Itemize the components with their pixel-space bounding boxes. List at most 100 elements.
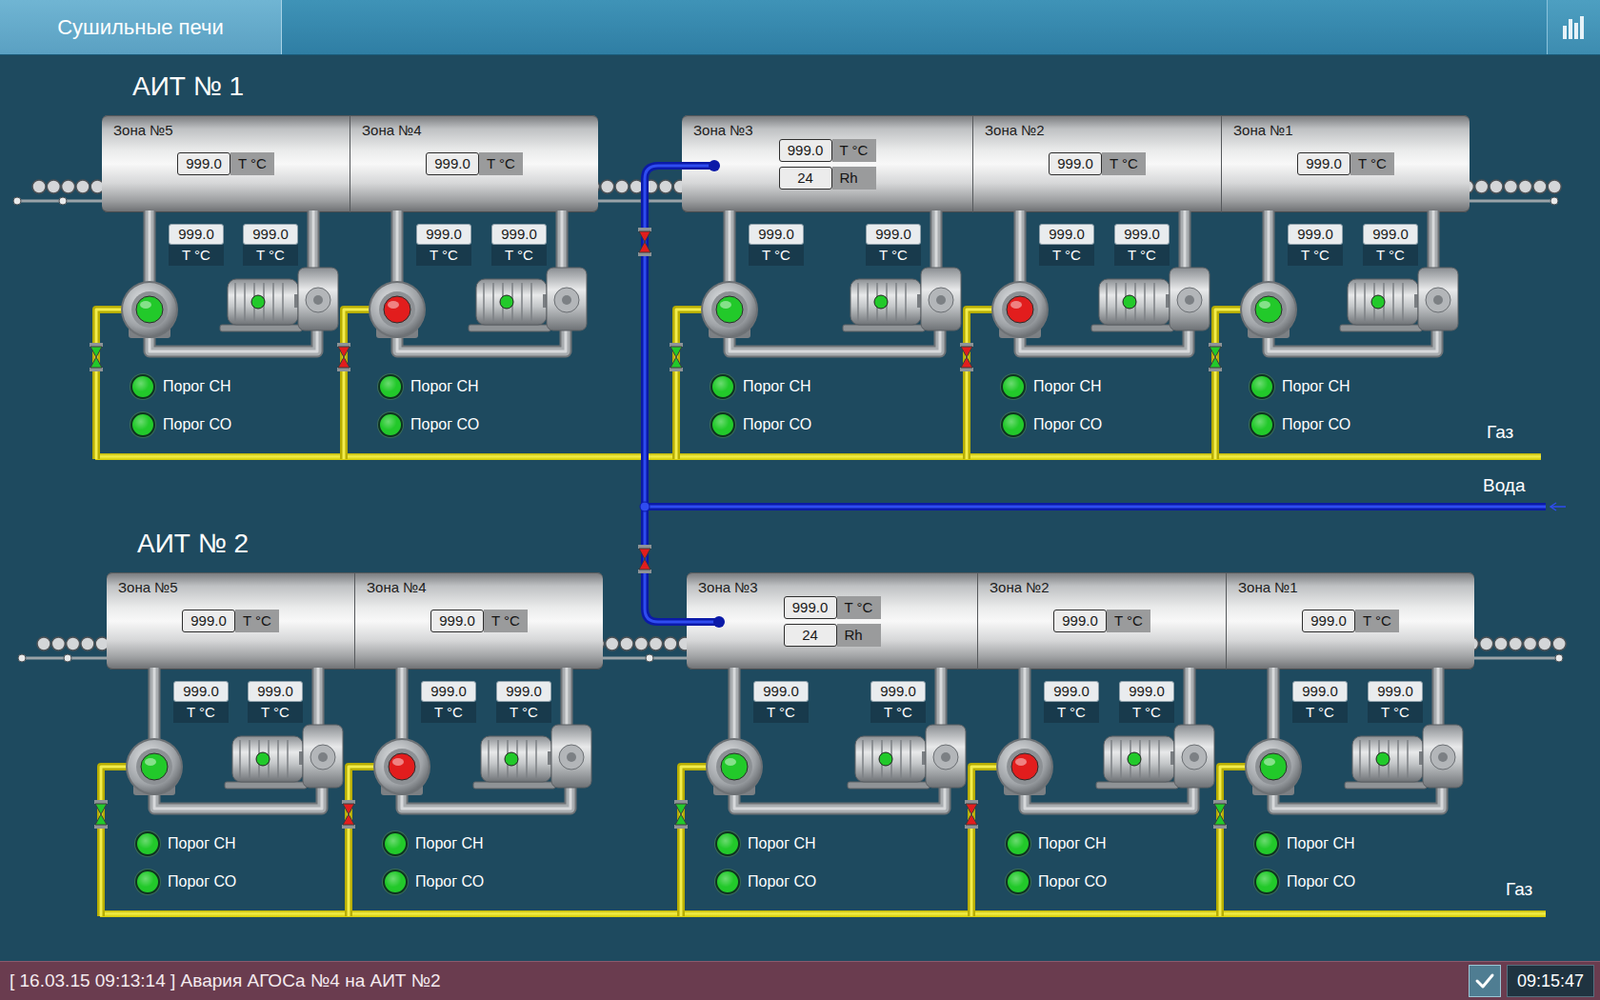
reading-value: 24 xyxy=(779,166,833,190)
threshold: Порог СН xyxy=(1000,374,1102,400)
sensor-unit: T °C xyxy=(870,701,926,723)
reading-unit: Rh xyxy=(832,166,877,190)
gas-branch-pipe xyxy=(348,766,378,917)
zone: Зона №5999.0T °C999.0T °C999.0T °CПорог … xyxy=(101,115,350,462)
threshold-label: Порог СН xyxy=(1281,377,1351,397)
clock: 09:15:47 xyxy=(1506,964,1595,998)
oven-segment: Зона №2999.0T °C xyxy=(972,115,1221,213)
threshold-label: Порог СО xyxy=(415,872,484,892)
threshold: Порог СН xyxy=(710,374,812,400)
tab[interactable]: Сушильные печи xyxy=(0,0,282,55)
gas-valve[interactable] xyxy=(89,342,103,372)
gas-valve[interactable] xyxy=(94,800,108,829)
sensor-value: 999.0 xyxy=(865,223,921,245)
temperature-sensor: 999.0T °C xyxy=(420,680,477,723)
threshold-label: Порог СО xyxy=(742,415,812,435)
gas-valve[interactable] xyxy=(1213,800,1227,829)
burner xyxy=(368,280,426,339)
reading-unit: T °C xyxy=(832,139,877,162)
zone-readings: 999.0T °C xyxy=(1301,609,1400,633)
zone-reading: 999.0T °C xyxy=(1053,609,1151,633)
sensor-unit: T °C xyxy=(1362,244,1419,266)
motor-status-icon xyxy=(1371,295,1385,309)
threshold-label: Порог СО xyxy=(167,872,237,892)
threshold: Порог СН xyxy=(130,374,232,400)
zone-readings: 999.0T °C xyxy=(177,152,275,176)
thresholds: Порог СН Порог СО xyxy=(1000,374,1102,438)
threshold-status-icon xyxy=(1249,412,1275,438)
temperature-sensor: 999.0T °C xyxy=(247,680,303,723)
gas-branch-pipe xyxy=(1220,766,1249,917)
thresholds: Порог СНПорог СО xyxy=(130,374,232,438)
temperature-sensor: 999.0T °C xyxy=(1292,680,1348,723)
gas-valve[interactable] xyxy=(674,800,688,829)
water-valve[interactable] xyxy=(638,544,652,574)
temperature-sensor: 999.0T °C xyxy=(491,223,547,266)
oven-section: Зона №5999.0T °C999.0T °C999.0T °CПорог … xyxy=(106,572,603,920)
gas-valve[interactable] xyxy=(669,342,683,372)
fan-pipe xyxy=(1184,210,1186,274)
plant-title: АИТ № 2 xyxy=(0,512,1600,560)
zone-reading: 999.0T °C xyxy=(779,139,877,162)
fan-pipe xyxy=(940,667,942,731)
gas-valve[interactable] xyxy=(960,342,974,372)
sensor-unit: T °C xyxy=(1367,701,1423,723)
plant-title: АИТ № 1 xyxy=(0,55,1600,103)
sensor-unit: T °C xyxy=(1292,701,1348,723)
zone-title: Зона №4 xyxy=(361,120,422,140)
temperature-sensor: 999.0T °C xyxy=(1114,223,1170,266)
zone-reading: 24Rh xyxy=(783,623,881,647)
burner xyxy=(996,738,1054,796)
sensor-value: 999.0 xyxy=(1292,680,1348,702)
acknowledge-button[interactable] xyxy=(1468,964,1501,998)
temperature-sensor: 999.0T °C xyxy=(242,223,299,266)
motor-status-icon xyxy=(504,752,519,766)
zone-readings: 999.0T °C xyxy=(1048,152,1146,176)
status-right: 09:15:47 xyxy=(1468,964,1595,998)
gas-branch-pipe xyxy=(1215,309,1244,460)
sensor-unit: T °C xyxy=(173,701,229,723)
gas-valve[interactable] xyxy=(341,800,356,829)
threshold: Порог СО xyxy=(1000,412,1102,438)
reading-value: 999.0 xyxy=(1053,609,1107,633)
gas-valve[interactable] xyxy=(964,800,979,829)
zone-reading: 24Rh xyxy=(779,166,877,190)
motor-status-icon xyxy=(879,752,893,766)
zone-reading: 999.0T °C xyxy=(783,596,881,620)
plant: АИТ № 1Зона №5999.0T °C999.0T °C999.0T °… xyxy=(0,55,1600,513)
sensor-unit: T °C xyxy=(753,701,809,723)
fan-motor xyxy=(847,724,966,789)
thresholds: Порог СНПорог СО xyxy=(1249,374,1351,438)
sensor-unit: T °C xyxy=(1114,244,1170,266)
temperature-sensor: 999.0T °C xyxy=(1362,223,1419,266)
threshold-status-icon xyxy=(378,412,403,438)
temperature-sensor: 999.0T °C xyxy=(753,680,809,723)
oven-segment: Зона №4999.0T °C xyxy=(354,572,603,670)
threshold-status-icon xyxy=(378,374,403,400)
threshold-status-icon xyxy=(1000,374,1026,400)
reading-value: 24 xyxy=(783,623,838,647)
threshold: Порог СН xyxy=(1005,831,1107,857)
sensor-value: 999.0 xyxy=(1119,680,1175,702)
sensor-value: 999.0 xyxy=(1114,223,1170,245)
zone-reading: 999.0T °C xyxy=(425,152,523,176)
gas-branch-pipe xyxy=(676,309,705,460)
bar-chart-icon xyxy=(1560,13,1589,42)
status-bar: [ 16.03.15 09:13:14 ] Авария АГОСа №4 на… xyxy=(0,960,1600,1000)
reading-value: 999.0 xyxy=(1048,152,1102,176)
motor-status-icon xyxy=(251,295,265,309)
gas-valve[interactable] xyxy=(1208,342,1222,372)
gas-valve[interactable] xyxy=(337,342,351,372)
water-valve[interactable] xyxy=(638,227,652,257)
threshold: Порог СО xyxy=(710,412,812,438)
sensor-value: 999.0 xyxy=(1039,223,1095,245)
threshold-label: Порог СН xyxy=(742,377,812,397)
reading-value: 999.0 xyxy=(783,596,838,620)
zone-title: Зона №5 xyxy=(118,578,179,597)
threshold-status-icon xyxy=(130,412,156,438)
fan-motor xyxy=(220,267,339,332)
chart-button[interactable] xyxy=(1546,0,1600,55)
fan-motor xyxy=(1344,724,1463,789)
thresholds: Порог СНПорог СО xyxy=(715,831,817,895)
temperature-sensor: 999.0T °C xyxy=(1367,680,1423,723)
